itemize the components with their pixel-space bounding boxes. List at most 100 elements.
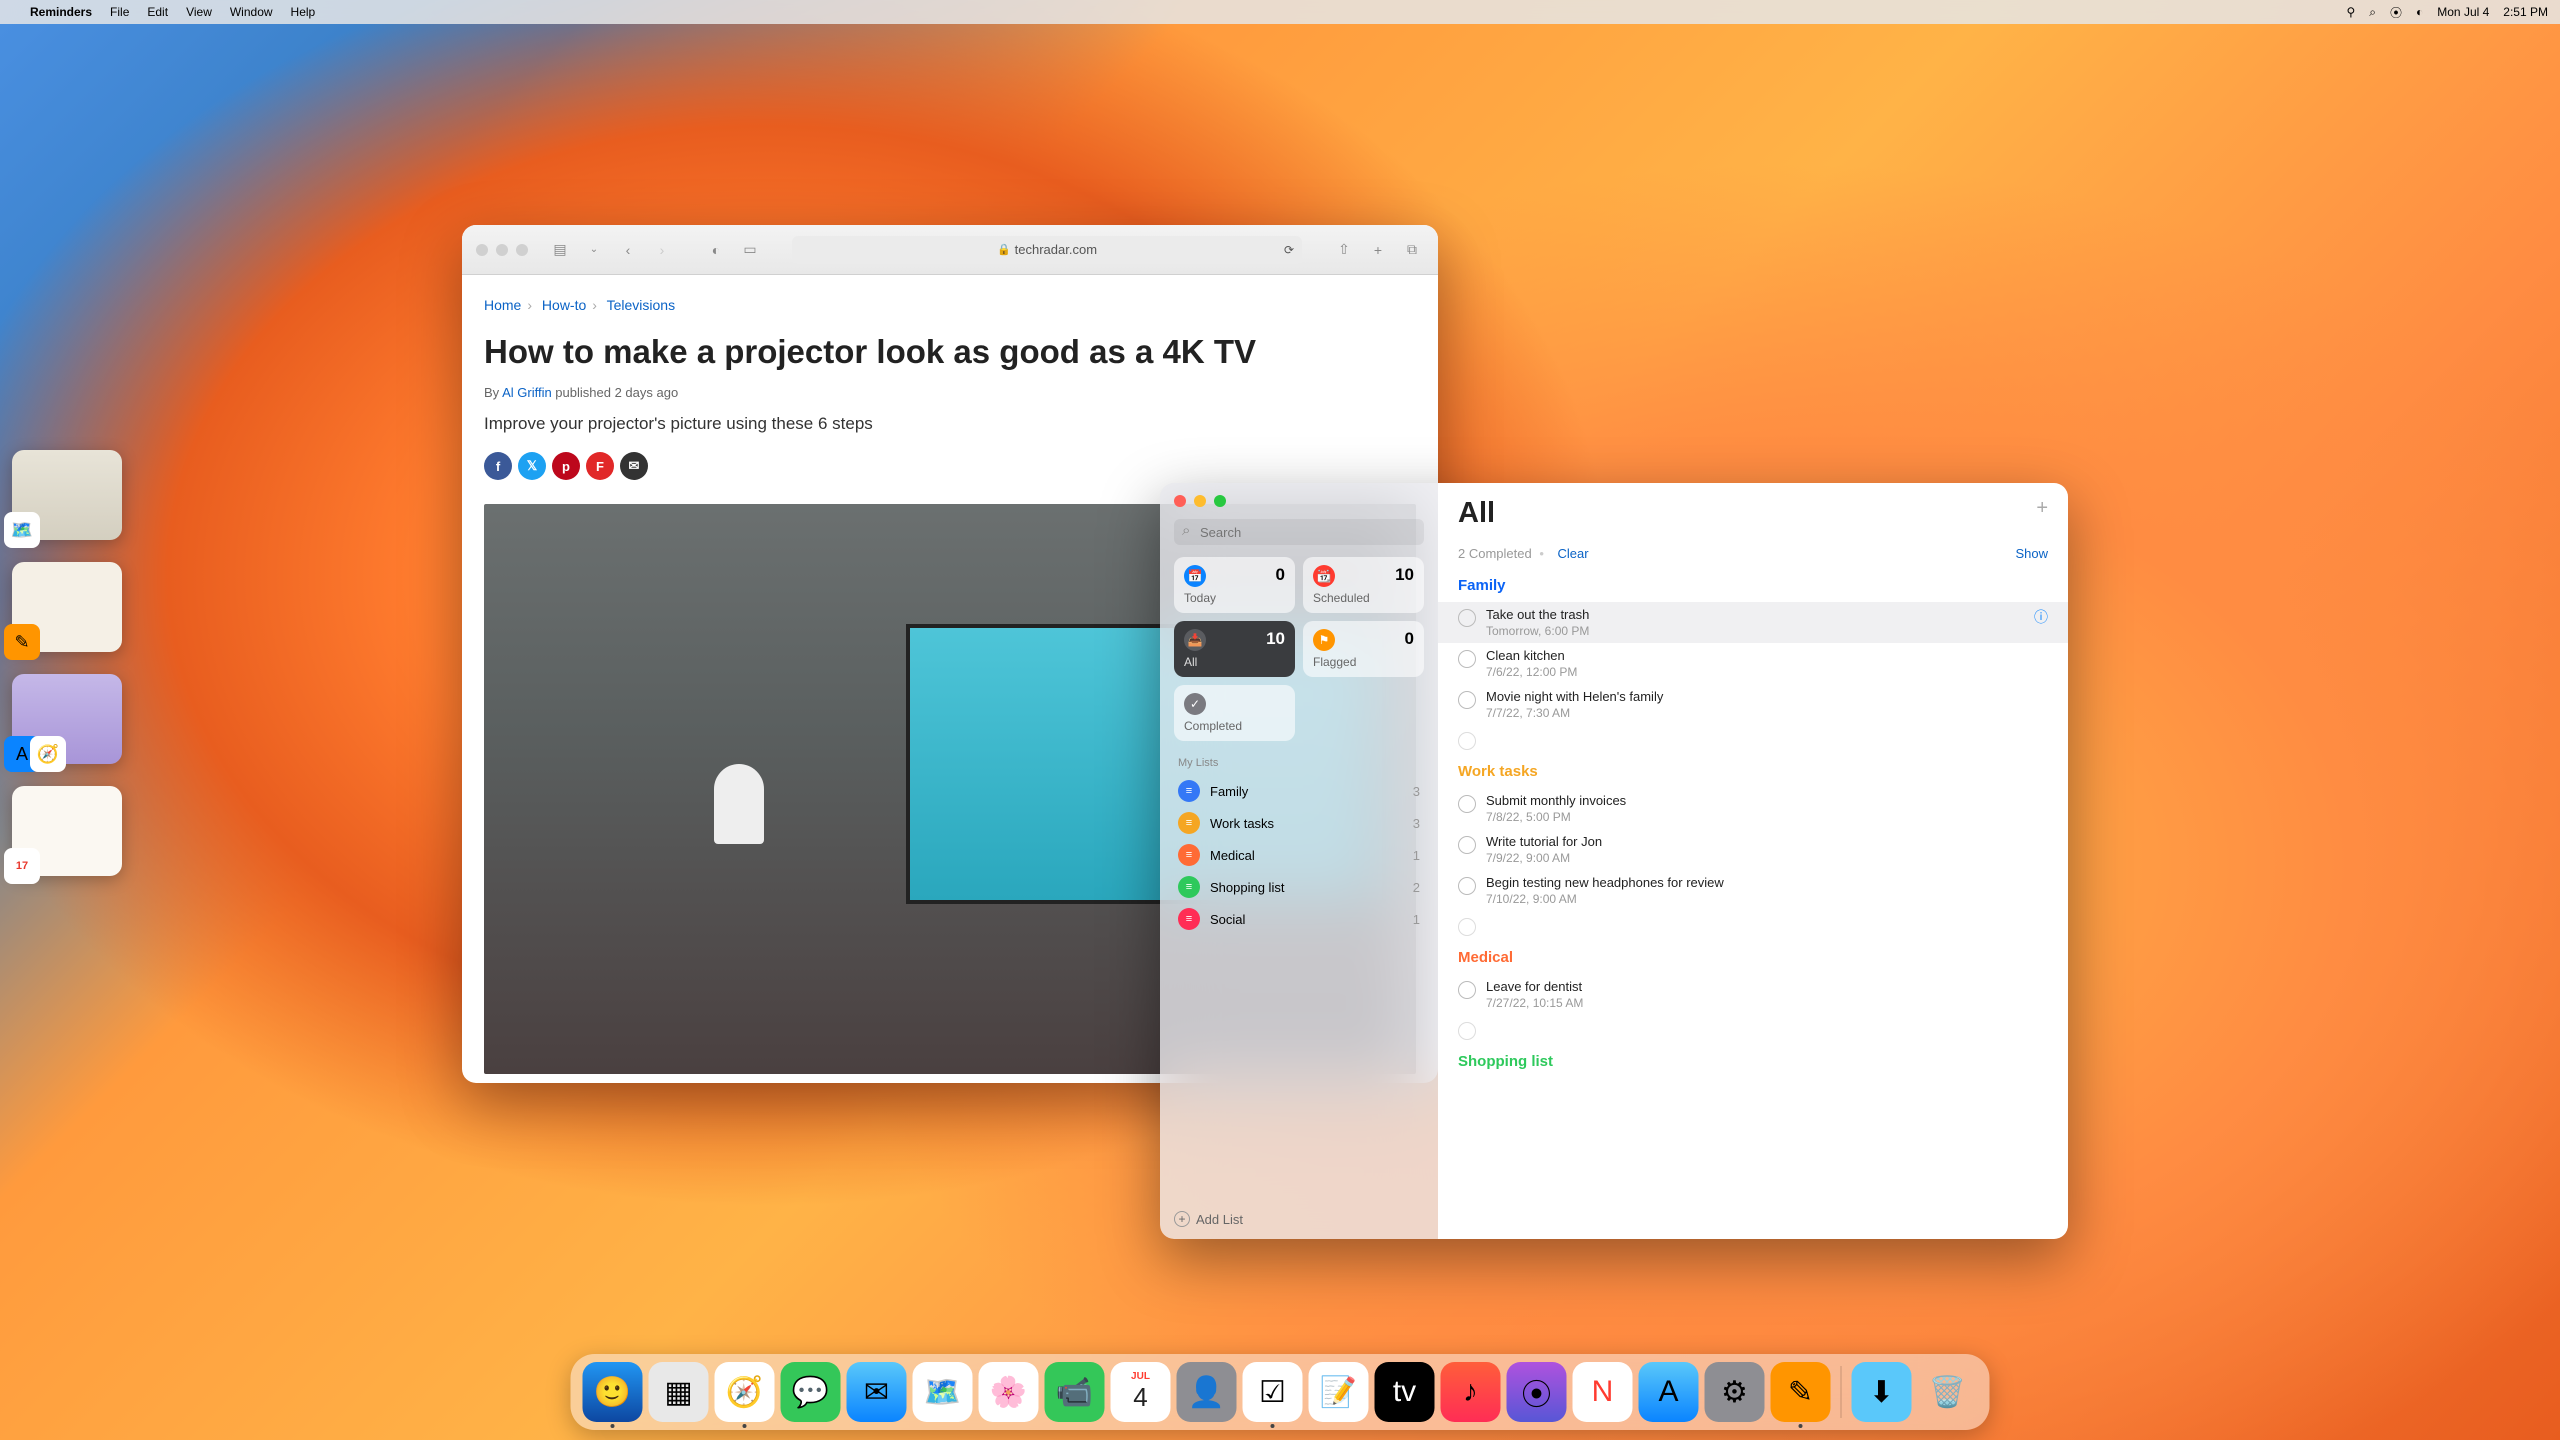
menu-file[interactable]: File [110,5,129,19]
crumb-home[interactable]: Home [484,297,521,313]
crumb-howto[interactable]: How-to [542,297,586,313]
dock-calendar[interactable]: JUL 4 [1111,1362,1171,1422]
flipboard-icon[interactable]: F [586,452,614,480]
dock-launchpad[interactable]: ▦ [649,1362,709,1422]
close-button[interactable] [1174,495,1186,507]
smartlist-all[interactable]: 📥 10 All [1174,621,1295,677]
list-row[interactable]: ≡ Shopping list 2 [1174,871,1424,903]
task-row[interactable]: Write tutorial for Jon 7/9/22, 9:00 AM [1458,829,2048,870]
siri-icon[interactable]: ◐ [2416,5,2423,19]
close-button[interactable] [476,244,488,256]
task-checkbox[interactable] [1458,918,1476,936]
smartlist-flagged[interactable]: ⚑ 0 Flagged [1303,621,1424,677]
crumb-tv[interactable]: Televisions [607,297,675,313]
menu-view[interactable]: View [186,5,212,19]
dock-tv[interactable]: tv [1375,1362,1435,1422]
privacy-shield-icon[interactable]: ◐ [704,240,728,260]
menu-help[interactable]: Help [291,5,316,19]
wifi-icon[interactable]: ⚲ [2346,5,2355,19]
spotlight-icon[interactable]: ⌕ [2369,5,2376,20]
list-row[interactable]: ≡ Work tasks 3 [1174,807,1424,839]
fullscreen-button[interactable] [1214,495,1226,507]
task-row[interactable] [1458,1015,2048,1045]
task-checkbox[interactable] [1458,877,1476,895]
dock-facetime[interactable]: 📹 [1045,1362,1105,1422]
app-menu[interactable]: Reminders [30,5,92,19]
add-list-button[interactable]: + Add List [1174,1211,1243,1227]
info-icon[interactable]: ⓘ [2034,607,2048,627]
task-row[interactable] [1458,725,2048,755]
list-row[interactable]: ≡ Medical 1 [1174,839,1424,871]
dock-notes[interactable]: 📝 [1309,1362,1369,1422]
task-row[interactable]: Clean kitchen 7/6/22, 12:00 PM [1458,643,2048,684]
new-tab-icon[interactable]: + [1366,240,1390,260]
task-row[interactable]: Take out the trash Tomorrow, 6:00 PM ⓘ [1438,602,2068,643]
task-row[interactable]: Submit monthly invoices 7/8/22, 5:00 PM [1458,788,2048,829]
dock-trash[interactable]: 🗑️ [1918,1362,1978,1422]
dock-reminders[interactable]: ☑ [1243,1362,1303,1422]
facebook-icon[interactable]: f [484,452,512,480]
task-checkbox[interactable] [1458,836,1476,854]
task-row[interactable]: Begin testing new headphones for review … [1458,870,2048,911]
dock-messages[interactable]: 💬 [781,1362,841,1422]
menubar-time[interactable]: 2:51 PM [2503,5,2548,19]
stage-thumb-maps[interactable]: 🗺️ [12,450,122,540]
dock-mail[interactable]: ✉ [847,1362,907,1422]
dock-contacts[interactable]: 👤 [1177,1362,1237,1422]
minimize-button[interactable] [1194,495,1206,507]
task-row[interactable] [1458,911,2048,941]
menu-window[interactable]: Window [230,5,273,19]
dock-appstore[interactable]: A [1639,1362,1699,1422]
dropdown-icon[interactable]: ⌄ [582,240,606,260]
share-icon[interactable]: ⇧ [1332,240,1356,260]
email-share-icon[interactable]: ✉ [620,452,648,480]
dock-news[interactable]: N [1573,1362,1633,1422]
task-checkbox[interactable] [1458,981,1476,999]
control-center-icon[interactable]: ⦿ [2390,4,2402,21]
fullscreen-button[interactable] [516,244,528,256]
show-button[interactable]: Show [2015,546,2048,561]
dock-safari[interactable]: 🧭 [715,1362,775,1422]
smartlist-scheduled[interactable]: 📆 10 Scheduled [1303,557,1424,613]
dock-pages[interactable]: ✎ [1771,1362,1831,1422]
tabs-icon[interactable]: ⧉ [1400,240,1424,260]
back-button[interactable]: ‹ [616,240,640,260]
address-bar[interactable]: 🔒 techradar.com ⟳ [792,236,1302,264]
task-checkbox[interactable] [1458,795,1476,813]
list-row[interactable]: ≡ Family 3 [1174,775,1424,807]
task-row[interactable]: Movie night with Helen's family 7/7/22, … [1458,684,2048,725]
task-checkbox[interactable] [1458,732,1476,750]
smartlist-today[interactable]: 📅 0 Today [1174,557,1295,613]
dock-photos[interactable]: 🌸 [979,1362,1039,1422]
dock-downloads[interactable]: ⬇ [1852,1362,1912,1422]
search-input[interactable] [1174,519,1424,545]
dock-settings[interactable]: ⚙ [1705,1362,1765,1422]
pinterest-icon[interactable]: p [552,452,580,480]
author-link[interactable]: Al Griffin [502,385,552,400]
smartlist-completed[interactable]: ✓ Completed [1174,685,1295,741]
clear-button[interactable]: Clear [1558,546,1589,561]
minimize-button[interactable] [496,244,508,256]
menu-edit[interactable]: Edit [147,5,168,19]
menubar-date[interactable]: Mon Jul 4 [2437,5,2489,19]
dock-podcasts[interactable]: ⦿ [1507,1362,1567,1422]
list-count: 3 [1413,784,1420,799]
stage-thumb-pages[interactable]: ✎ [12,562,122,652]
list-row[interactable]: ≡ Social 1 [1174,903,1424,935]
stage-thumb-calendar[interactable]: 17 [12,786,122,876]
reader-icon[interactable]: ▭ [738,240,762,260]
task-checkbox[interactable] [1458,1022,1476,1040]
dock-music[interactable]: ♪ [1441,1362,1501,1422]
dock-maps[interactable]: 🗺️ [913,1362,973,1422]
stage-thumb-appstore-safari[interactable]: A 🧭 [12,674,122,764]
task-checkbox[interactable] [1458,609,1476,627]
reload-icon[interactable]: ⟳ [1284,243,1294,257]
task-row[interactable]: Leave for dentist 7/27/22, 10:15 AM [1458,974,2048,1015]
forward-button[interactable]: › [650,240,674,260]
add-reminder-button[interactable]: + [2036,497,2048,520]
task-checkbox[interactable] [1458,691,1476,709]
twitter-icon[interactable]: 𝕏 [518,452,546,480]
sidebar-toggle-icon[interactable]: ▤ [548,240,572,260]
task-checkbox[interactable] [1458,650,1476,668]
dock-finder[interactable]: 🙂 [583,1362,643,1422]
